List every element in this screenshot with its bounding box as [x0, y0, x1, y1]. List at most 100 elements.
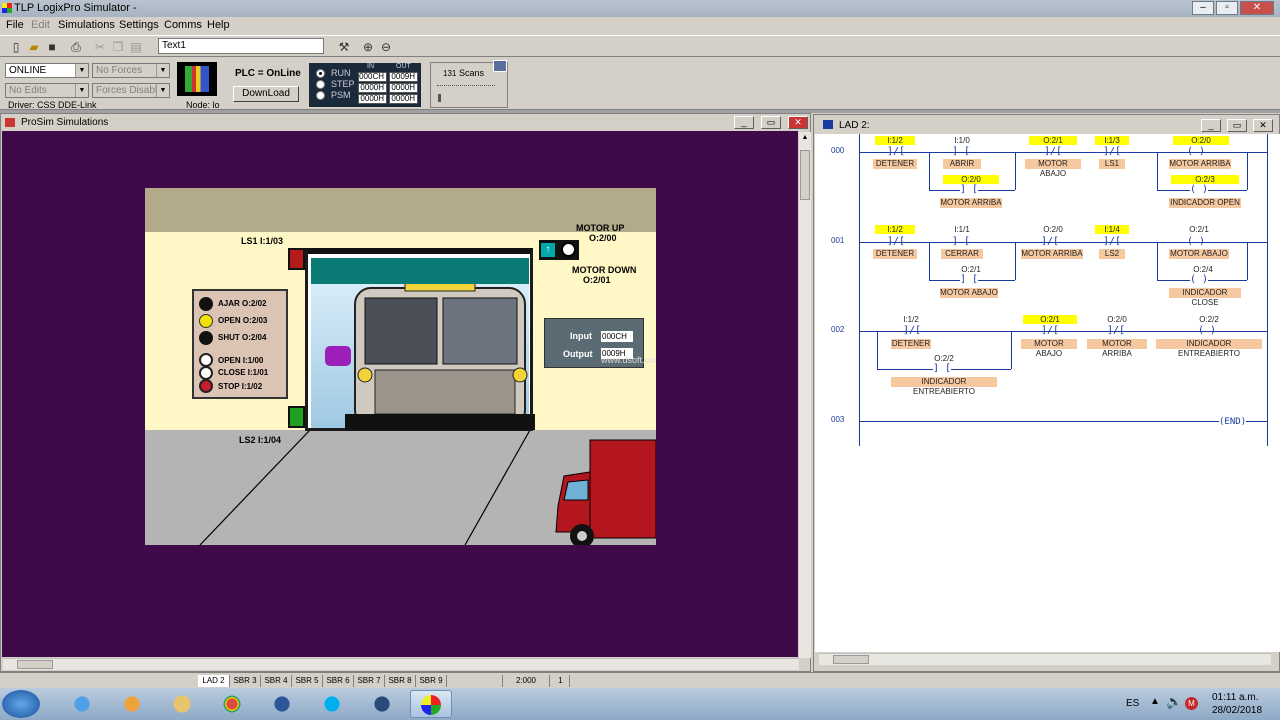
menu-file[interactable]: File	[6, 19, 24, 31]
output-coil[interactable]: ( )	[1198, 326, 1216, 336]
tab-sbr9[interactable]: SBR 9	[416, 675, 447, 687]
contact-no[interactable]: ] [	[933, 364, 952, 374]
file-explorer-icon[interactable]	[162, 690, 202, 718]
menu-help[interactable]: Help	[207, 19, 230, 31]
edits-select[interactable]: No Edits ▼	[5, 83, 89, 98]
volume-icon[interactable]: 🔊	[1166, 694, 1182, 710]
rung-number: 000	[831, 146, 845, 155]
tab-sbr7[interactable]: SBR 7	[354, 675, 385, 687]
contact-nc[interactable]: ]/[	[1103, 147, 1121, 157]
tag-address: O:2/3	[1171, 175, 1239, 184]
end-instruction[interactable]: (END)	[1219, 417, 1247, 427]
prosim-vscroll[interactable]: ▲	[799, 132, 811, 658]
menu-edit[interactable]: Edit	[31, 19, 50, 31]
stop-pushbutton[interactable]	[199, 379, 213, 393]
stop-button-label: STOP I:1/02	[218, 382, 263, 391]
text-field[interactable]: Text1	[158, 38, 324, 54]
contact-nc[interactable]: ]/[	[887, 237, 905, 247]
close-button[interactable]: ✕	[1240, 1, 1274, 15]
antivirus-icon[interactable]: M	[1185, 697, 1198, 710]
prosim-restore-button[interactable]: ▭	[761, 116, 781, 129]
prosim-hscroll[interactable]	[3, 658, 799, 670]
right-power-rail	[1267, 134, 1268, 446]
copy-icon[interactable]: ❐	[110, 39, 126, 55]
tab-lad2[interactable]: LAD 2	[198, 675, 230, 687]
reg-out-2: 0000H	[389, 83, 418, 93]
open-pushbutton[interactable]	[199, 353, 213, 367]
pin-icon[interactable]	[493, 60, 507, 72]
contact-no[interactable]: ] [	[960, 185, 979, 195]
word-icon[interactable]	[262, 690, 302, 718]
ladder-close-button[interactable]: ✕	[1253, 119, 1273, 132]
contact-nc[interactable]: ]/[	[1041, 237, 1059, 247]
ls1-sensor	[288, 248, 305, 270]
forces-select[interactable]: No Forces ▼	[92, 63, 170, 78]
out-header: OUT	[396, 63, 411, 70]
zoom-out-icon[interactable]: ⊖	[378, 39, 394, 55]
print-icon[interactable]: ⎙	[68, 39, 84, 55]
prosim-close-button[interactable]: ✕	[788, 116, 808, 129]
tab-sbr6[interactable]: SBR 6	[323, 675, 354, 687]
scan-slider-thumb[interactable]	[438, 94, 441, 102]
motor-down-addr: O:2/01	[583, 275, 611, 285]
contact-nc[interactable]: ]/[	[887, 147, 905, 157]
tray-arrow-icon[interactable]: ▲	[1150, 696, 1160, 707]
tag-desc: MOTOR ARRIBA	[1021, 249, 1083, 259]
contact-no[interactable]: ] [	[952, 147, 970, 157]
contact-no[interactable]: ] [	[960, 275, 979, 285]
close-pushbutton[interactable]	[199, 366, 213, 380]
minimize-button[interactable]: –	[1192, 1, 1214, 15]
tab-sbr3[interactable]: SBR 3	[230, 675, 261, 687]
tab-sbr8[interactable]: SBR 8	[385, 675, 416, 687]
scan-slider[interactable]	[437, 85, 495, 87]
title-bar: TLP LogixPro Simulator - – ▫ ✕	[0, 0, 1280, 17]
mode-select[interactable]: ONLINE ▼	[5, 63, 89, 78]
forces-state-select[interactable]: Forces Disabled ▼	[92, 83, 170, 98]
open-folder-icon[interactable]: ▰	[26, 39, 42, 55]
tab-sbr5[interactable]: SBR 5	[292, 675, 323, 687]
ladder-restore-button[interactable]: ▭	[1227, 119, 1247, 132]
save-icon[interactable]: ■	[44, 39, 60, 55]
step-label: STEP	[331, 79, 355, 89]
menu-comms[interactable]: Comms	[164, 19, 202, 31]
prosim-minimize-button[interactable]: _	[734, 116, 754, 129]
download-button[interactable]: DownLoad	[233, 86, 299, 102]
contact-nc[interactable]: ]/[	[1044, 147, 1062, 157]
media-player-icon[interactable]	[112, 690, 152, 718]
run-radio[interactable]	[316, 69, 325, 78]
step-radio[interactable]	[316, 80, 325, 89]
contact-nc[interactable]: ]/[	[903, 326, 921, 336]
tab-sbr4[interactable]: SBR 4	[261, 675, 292, 687]
paste-icon[interactable]: ▤	[128, 39, 144, 55]
menu-simulations[interactable]: Simulations	[58, 19, 115, 31]
maximize-button[interactable]: ▫	[1216, 1, 1238, 15]
contact-nc[interactable]: ]/[	[1107, 326, 1125, 336]
open-button-label: OPEN I:1/00	[218, 356, 264, 365]
output-coil[interactable]: ( )	[1190, 275, 1209, 285]
contact-no[interactable]: ] [	[952, 237, 970, 247]
tag-desc: MOTOR ARRIBA	[940, 198, 1002, 208]
contact-nc[interactable]: ]/[	[1103, 237, 1121, 247]
ladder-minimize-button[interactable]: _	[1201, 119, 1221, 132]
output-coil[interactable]: ( )	[1187, 147, 1205, 157]
new-file-icon[interactable]: ▯	[8, 39, 24, 55]
language-indicator[interactable]: ES	[1126, 698, 1139, 709]
video-editor-icon[interactable]	[362, 690, 402, 718]
contact-nc[interactable]: ]/[	[1041, 326, 1059, 336]
ladder-hscroll[interactable]	[819, 653, 1271, 665]
start-button-icon[interactable]	[2, 690, 40, 718]
chrome-icon[interactable]	[212, 690, 252, 718]
rung-number: 001	[831, 236, 845, 245]
menu-settings[interactable]: Settings	[119, 19, 159, 31]
output-coil[interactable]: ( )	[1190, 185, 1209, 195]
output-coil[interactable]: ( )	[1187, 237, 1205, 247]
zoom-in-icon[interactable]: ⊕	[360, 39, 376, 55]
logixpro-taskbar-icon[interactable]	[410, 690, 452, 718]
psm-radio[interactable]	[316, 91, 325, 100]
tag-address: O:2/1	[1029, 136, 1077, 145]
skype-icon[interactable]	[312, 690, 352, 718]
tools-icon[interactable]: ⚒	[336, 39, 352, 55]
cut-icon[interactable]: ✂	[92, 39, 108, 55]
internet-explorer-icon[interactable]	[62, 690, 102, 718]
tag-desc: MOTOR ARRIBA	[1169, 159, 1231, 169]
